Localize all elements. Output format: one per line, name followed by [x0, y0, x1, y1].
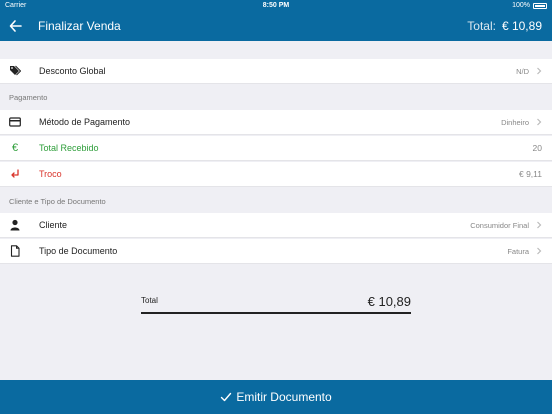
battery-percent: 100% — [512, 2, 530, 9]
document-icon — [9, 245, 21, 257]
chevron-right-icon — [537, 67, 542, 75]
chevron-right-icon — [537, 221, 542, 229]
client-row[interactable]: Cliente Consumidor Final — [0, 213, 552, 238]
emit-document-button[interactable]: Emitir Documento — [0, 380, 552, 414]
clock: 8:50 PM — [262, 2, 290, 9]
user-icon — [9, 219, 21, 231]
total-received-row[interactable]: € Total Recebido 20 — [0, 136, 552, 161]
nav-bar: Finalizar Venda Total: € 10,89 — [0, 11, 552, 41]
doc-type-value: Fatura — [507, 246, 529, 256]
total-received-value[interactable]: 20 — [533, 143, 542, 153]
payment-method-label: Método de Pagamento — [39, 117, 131, 127]
chevron-right-icon — [537, 247, 542, 255]
summary-total-label: Total — [141, 296, 158, 305]
tags-icon — [9, 65, 21, 77]
payment-method-value: Dinheiro — [501, 117, 529, 127]
discount-row[interactable]: Desconto Global N/D — [0, 59, 552, 84]
return-arrow-icon — [9, 168, 21, 180]
change-label: Troco — [39, 169, 62, 179]
change-value: € 9,11 — [518, 169, 542, 179]
credit-card-icon — [9, 116, 21, 128]
nav-total-value: € 10,89 — [501, 19, 542, 33]
status-bar: Carrier 8:50 PM 100% — [0, 0, 552, 11]
discount-label: Desconto Global — [39, 66, 106, 76]
euro-icon: € — [11, 142, 19, 154]
summary-total-value: € 10,89 — [367, 294, 411, 309]
total-received-label: Total Recebido — [39, 143, 99, 153]
nav-total: Total: € 10,89 — [467, 19, 542, 33]
battery-icon — [533, 2, 547, 9]
battery-indicator: 100% — [512, 2, 547, 9]
client-value: Consumidor Final — [470, 220, 529, 230]
change-row: Troco € 9,11 — [0, 162, 552, 187]
payment-section-header: Pagamento — [9, 93, 48, 102]
payment-method-row[interactable]: Método de Pagamento Dinheiro — [0, 110, 552, 135]
emit-document-label: Emitir Documento — [236, 390, 332, 404]
client-section-header: Cliente e Tipo de Documento — [9, 197, 106, 206]
summary-divider — [141, 312, 411, 314]
discount-value: N/D — [516, 66, 529, 76]
nav-total-label: Total: — [467, 19, 496, 33]
doc-type-row[interactable]: Tipo de Documento Fatura — [0, 239, 552, 264]
doc-type-label: Tipo de Documento — [39, 246, 118, 256]
back-button[interactable] — [8, 17, 24, 35]
arrow-left-icon — [9, 20, 22, 32]
checkmark-icon — [221, 392, 232, 402]
page-title: Finalizar Venda — [38, 19, 121, 33]
client-label: Cliente — [39, 220, 68, 230]
chevron-right-icon — [537, 118, 542, 126]
